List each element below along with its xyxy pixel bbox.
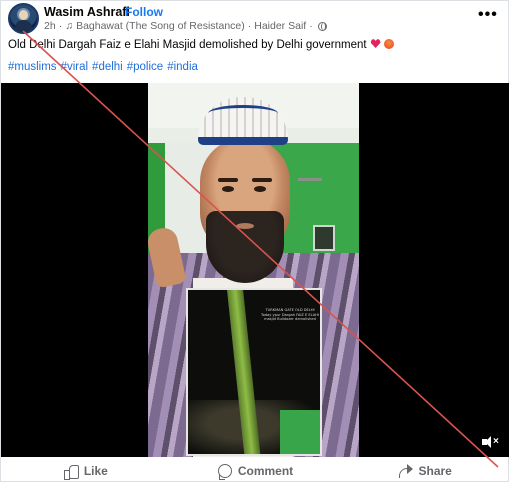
comment-button[interactable]: Comment — [171, 459, 341, 482]
facebook-post: Wasim Ashrafi · Follow 2h · ♫ Baghawat (… — [0, 0, 509, 482]
inset-overlay-text: TURKMAN GATE OLD DELHI Today ypur Dargah… — [261, 308, 319, 322]
share-button[interactable]: Share — [340, 459, 509, 482]
avatar-body — [15, 20, 32, 32]
post-caption: Old Delhi Dargah Faiz e Elahi Masjid dem… — [8, 39, 394, 51]
post-meta: 2h · ♫ Baghawat (The Song of Resistance)… — [44, 20, 327, 32]
mouth — [236, 223, 254, 229]
audio-track[interactable]: Baghawat (The Song of Resistance) — [76, 20, 245, 32]
inset-video: TURKMAN GATE OLD DELHI Today ypur Dargah… — [186, 288, 322, 456]
more-options-icon[interactable]: ••• — [478, 6, 498, 24]
hashtag-link[interactable]: #delhi — [92, 61, 123, 73]
share-arrow-icon — [398, 464, 413, 478]
audio-separator: · — [247, 20, 252, 32]
angry-face-icon — [383, 39, 394, 49]
inset-green-wall — [280, 410, 320, 454]
like-button[interactable]: Like — [1, 459, 171, 482]
left-eye — [222, 186, 234, 192]
mute-x: × — [493, 436, 499, 447]
avatar-head — [19, 10, 28, 20]
share-label: Share — [418, 464, 452, 478]
caption-text: Old Delhi Dargah Faiz e Elahi Masjid dem… — [8, 39, 367, 51]
video-frame: TURKMAN GATE OLD DELHI Today ypur Dargah… — [148, 83, 359, 457]
video-player[interactable]: TURKMAN GATE OLD DELHI Today ypur Dargah… — [1, 83, 509, 457]
hashtag-link[interactable]: #police — [127, 61, 163, 73]
globe-icon — [317, 21, 327, 31]
hashtag-link[interactable]: #viral — [61, 61, 88, 73]
post-header: Wasim Ashrafi · Follow 2h · ♫ Baghawat (… — [1, 1, 509, 35]
speaker-cone — [485, 436, 491, 448]
post-actions: Like Comment Share — [1, 459, 509, 482]
right-eyebrow — [252, 178, 272, 182]
right-eye — [254, 186, 266, 192]
privacy-separator: · — [309, 20, 313, 32]
follow-button[interactable]: Follow — [125, 5, 163, 19]
prayer-cap — [198, 97, 288, 145]
speech-bubble-icon — [217, 464, 232, 480]
hashtag-list: #muslims #viral #delhi #police #india — [8, 61, 198, 73]
audio-artist[interactable]: Haider Saif — [254, 20, 306, 32]
like-label: Like — [83, 464, 108, 478]
comment-label: Comment — [237, 464, 294, 478]
hashtag-link[interactable]: #india — [167, 61, 198, 73]
hashtag-link[interactable]: #muslims — [8, 61, 57, 73]
music-note-icon: ♫ — [65, 20, 74, 32]
author-avatar[interactable] — [8, 3, 39, 34]
thumbs-up-icon — [63, 464, 79, 480]
broken-heart-icon — [370, 39, 381, 48]
post-time[interactable]: 2h — [44, 20, 56, 32]
left-eyebrow — [218, 178, 238, 182]
wall-frame — [313, 225, 335, 251]
follow-separator: · — [118, 5, 122, 19]
meta-separator: · — [58, 20, 63, 32]
speaker-muted-icon[interactable]: × — [481, 435, 499, 449]
ceiling-fan — [298, 178, 322, 181]
